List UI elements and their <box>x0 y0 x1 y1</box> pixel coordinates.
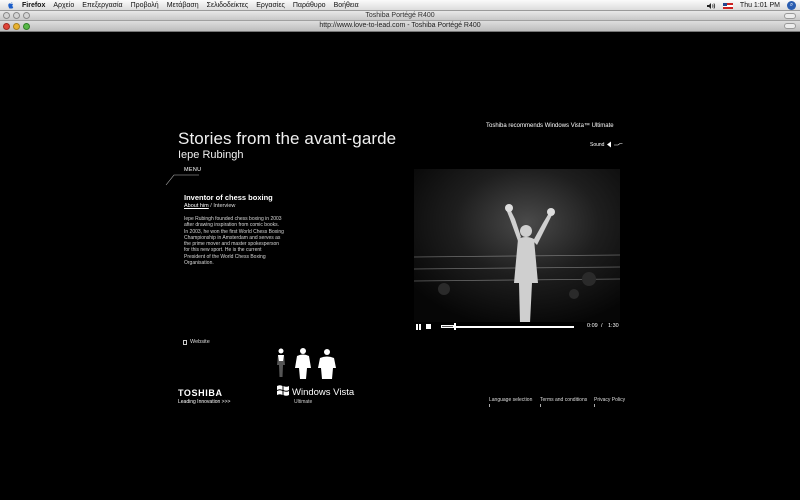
page-heading: Stories from the avant-garde <box>178 129 397 148</box>
tab-separator: / <box>210 203 212 209</box>
video-time-separator: / <box>601 323 603 329</box>
progress-track[interactable] <box>441 326 574 328</box>
role-title: Inventor of chess boxing <box>184 193 273 202</box>
menu-view[interactable]: Προβολή <box>131 2 159 9</box>
windows-flag-icon <box>277 385 289 396</box>
progress-fill <box>441 325 454 328</box>
bio-text: Iepe Rubingh founded chess boxing in 200… <box>184 216 284 267</box>
stop-icon[interactable] <box>426 324 431 329</box>
video-total-time: 1:30 <box>608 323 619 329</box>
window-title: Toshiba Portégé R400 <box>365 12 435 19</box>
figure-1-icon <box>277 348 285 377</box>
progress-handle[interactable] <box>454 323 456 330</box>
menu-tools[interactable]: Εργασίες <box>256 2 285 9</box>
vista-edition: Ultimate <box>294 399 313 405</box>
video-current-time: 0:09 <box>587 323 598 329</box>
web-page: Stories from the avant-garde Iepe Rubing… <box>0 33 800 500</box>
menu-help[interactable]: Βοήθεια <box>334 2 359 9</box>
menu-file[interactable]: Αρχείο <box>53 2 74 9</box>
profile-tabs: About him / Interview <box>184 203 235 209</box>
menu-bookmarks[interactable]: Σελιδοδείκτες <box>207 2 249 9</box>
toshiba-logo[interactable]: TOSHIBA <box>178 388 223 398</box>
video-controls: 0:09 / 1:30 <box>414 323 620 331</box>
menu-edit[interactable]: Επεξεργασία <box>82 2 122 9</box>
language-selection-link[interactable]: Language selection <box>489 397 532 407</box>
story-figures-nav[interactable] <box>273 346 339 380</box>
page-title-url: http://www.love-to-lead.com - Toshiba Po… <box>319 22 481 29</box>
menu-window[interactable]: Παράθυρο <box>293 2 326 9</box>
figure-3-icon <box>318 349 336 379</box>
tab-interview[interactable]: Interview <box>213 203 235 209</box>
website-label: Website <box>190 339 210 345</box>
tab-about-him[interactable]: About him <box>184 203 209 209</box>
menu-go[interactable]: Μετάβαση <box>167 2 199 9</box>
menu-bar: Firefox Αρχείο Επεξεργασία Προβολή Μετάβ… <box>0 0 800 11</box>
document-icon <box>183 339 187 345</box>
toolbar-toggle-button[interactable] <box>784 23 796 29</box>
person-name: Iepe Rubingh <box>178 149 244 161</box>
windows-vista-logo: Windows Vista <box>292 387 355 398</box>
sound-label: Sound <box>590 141 605 148</box>
sound-toggle[interactable]: Sound <box>590 141 623 148</box>
menu-clock[interactable]: Thu 1:01 PM <box>740 2 780 9</box>
pause-icon[interactable] <box>416 324 421 330</box>
flag-icon[interactable] <box>722 2 733 9</box>
privacy-link[interactable]: Privacy Policy <box>594 397 625 407</box>
sound-icon <box>607 141 623 148</box>
vista-recommendation: Toshiba recommends Windows Vista™ Ultima… <box>486 123 614 129</box>
website-link[interactable]: Website <box>183 339 210 345</box>
menu-app-firefox[interactable]: Firefox <box>22 2 45 9</box>
toshiba-tagline: Leading Innovation >>> <box>178 399 231 405</box>
window-titlebar: Toshiba Portégé R400 <box>0 11 800 21</box>
apple-icon[interactable] <box>6 1 16 10</box>
figure-2-icon <box>295 348 311 379</box>
volume-icon[interactable] <box>706 2 716 10</box>
video-player[interactable] <box>414 169 620 322</box>
menu-decoration-icon <box>165 174 199 186</box>
spotlight-icon[interactable]: ⌕ <box>787 1 796 10</box>
toolbar-toggle-button[interactable] <box>784 13 796 19</box>
terms-link[interactable]: Terms and conditions <box>540 397 587 407</box>
browser-titlebar: http://www.love-to-lead.com - Toshiba Po… <box>0 21 800 32</box>
video-frame <box>414 169 620 322</box>
